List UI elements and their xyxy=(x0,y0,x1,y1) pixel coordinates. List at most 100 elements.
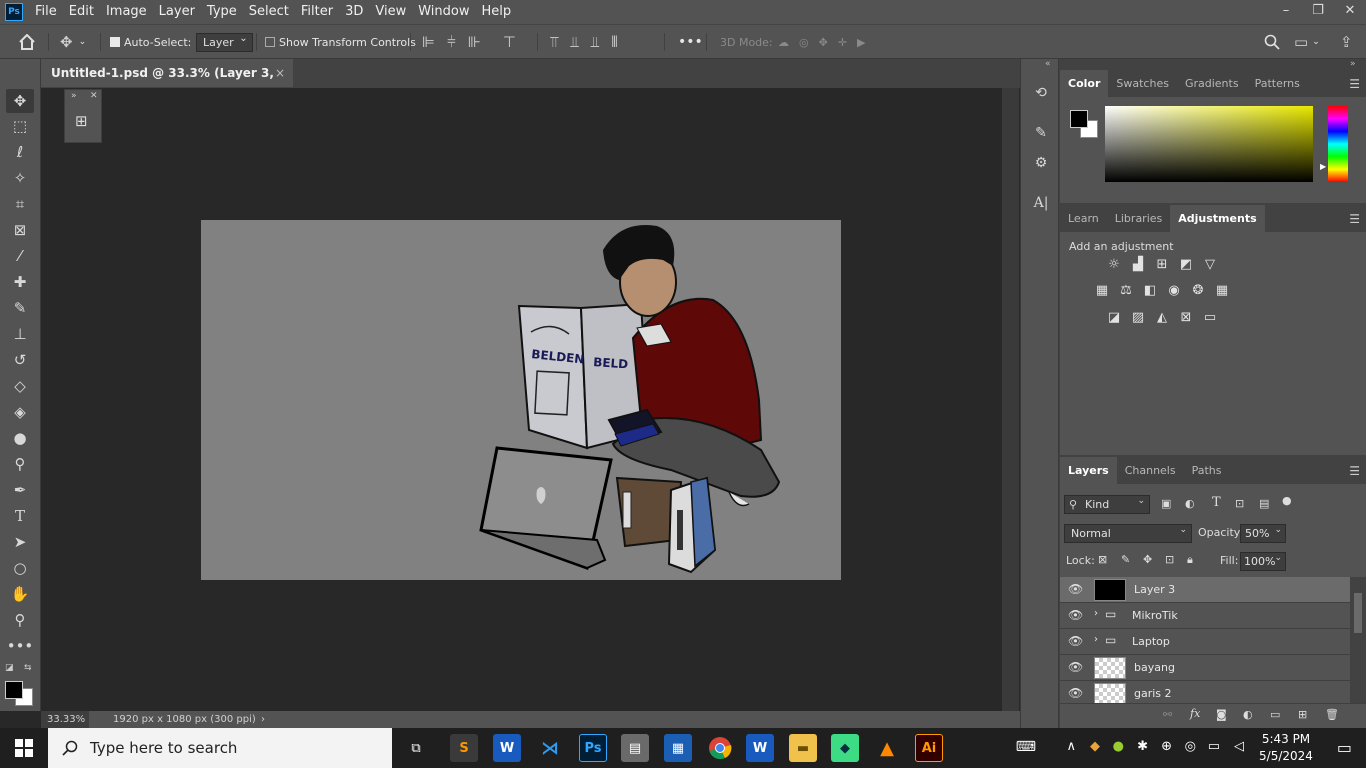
battery-icon[interactable]: ▭ xyxy=(1208,739,1220,754)
vibrance-icon[interactable]: ▽ xyxy=(1201,256,1219,272)
new-group-icon[interactable]: ▭ xyxy=(1270,708,1280,721)
task-view-icon[interactable]: ⧉ xyxy=(402,734,430,762)
security-icon[interactable]: ◎ xyxy=(1185,739,1196,754)
document-tab[interactable]: Untitled-1.psd @ 33.3% (Layer 3, RGB/8) … xyxy=(41,59,293,108)
menu-3d[interactable]: 3D xyxy=(339,0,369,24)
blur-tool-icon[interactable]: ● xyxy=(6,426,34,450)
layer-filter-dropdown[interactable]: ⚲ Kind ⌄ xyxy=(1064,495,1150,514)
menu-image[interactable]: Image xyxy=(100,0,153,24)
expand-group-chevron-icon[interactable]: › xyxy=(1094,608,1098,619)
distribute-icon[interactable]: ⫴ xyxy=(611,33,617,51)
filter-type-icon[interactable]: T xyxy=(1212,495,1221,510)
hue-slider-handle-icon[interactable]: ▶ xyxy=(1320,162,1326,171)
move-tool-preset-icon[interactable]: ✥ ⌄ xyxy=(60,25,86,59)
illustrator-icon[interactable]: Ai xyxy=(915,734,943,762)
sublime-text-icon[interactable]: S xyxy=(450,734,478,762)
link-layers-icon[interactable]: ⚯ xyxy=(1163,708,1172,721)
layer-row[interactable]: 👁︎ Layer 3 xyxy=(1060,577,1350,603)
vscode-icon[interactable]: ⋊ xyxy=(536,734,564,762)
brightness-contrast-icon[interactable]: ☼ xyxy=(1105,256,1123,272)
restore-button[interactable]: ❐ xyxy=(1302,0,1334,24)
bluetooth-icon[interactable]: ✱ xyxy=(1137,739,1148,754)
brush-tool-icon[interactable]: ✎ xyxy=(6,296,34,320)
path-selection-tool-icon[interactable]: ➤ xyxy=(6,530,34,554)
layers-scrollbar-thumb[interactable] xyxy=(1354,593,1362,633)
opacity-chevron-icon[interactable]: ⌄ xyxy=(1274,525,1282,535)
orbit-3d-icon[interactable]: ☁ xyxy=(778,36,789,49)
threshold-icon[interactable]: ◭ xyxy=(1153,309,1171,325)
keyboard-icon[interactable]: ⌨ xyxy=(1016,739,1036,755)
levels-icon[interactable]: ▟ xyxy=(1129,256,1147,272)
align-top-icon[interactable]: ⊤ xyxy=(503,33,516,51)
brush-settings-panel-icon[interactable]: ✎ xyxy=(1029,121,1053,145)
menu-filter[interactable]: Filter xyxy=(295,0,339,24)
home-icon[interactable] xyxy=(18,25,36,59)
menu-type[interactable]: Type xyxy=(201,0,243,24)
align-vertical-center-icon[interactable]: ⫫ xyxy=(570,33,578,51)
auto-select-check-icon[interactable] xyxy=(110,37,120,47)
drag-3d-icon[interactable]: ✥ xyxy=(819,36,828,49)
collapse-panels-icon[interactable]: » xyxy=(1350,59,1356,69)
healing-brush-tool-icon[interactable]: ✚ xyxy=(6,270,34,294)
type-tool-icon[interactable]: T xyxy=(6,504,34,528)
more-tools-icon[interactable]: ••• xyxy=(6,634,34,658)
share-icon[interactable]: ⇪ xyxy=(1340,25,1353,59)
tab-paths[interactable]: Paths xyxy=(1184,457,1230,484)
visibility-eye-icon[interactable]: 👁︎ xyxy=(1068,660,1083,674)
marquee-tool-icon[interactable]: ⬚ xyxy=(6,114,34,138)
menu-select[interactable]: Select xyxy=(243,0,295,24)
menu-view[interactable]: View xyxy=(369,0,412,24)
opacity-field[interactable]: 50% ⌄ xyxy=(1240,524,1286,543)
file-manager-icon[interactable]: ▤ xyxy=(621,734,649,762)
layer-style-fx-icon[interactable]: fx xyxy=(1190,707,1200,720)
tab-gradients[interactable]: Gradients xyxy=(1177,70,1247,97)
taskbar-search-box[interactable]: Type here to search xyxy=(48,728,392,768)
hand-tool-icon[interactable]: ✋ xyxy=(6,582,34,606)
filter-pixel-icon[interactable]: ▣ xyxy=(1161,497,1171,510)
black-white-icon[interactable]: ◧ xyxy=(1141,282,1159,298)
history-panel-icon[interactable]: ⟲ xyxy=(1029,81,1053,105)
layer-row[interactable]: 👁︎ bayang xyxy=(1060,655,1350,681)
close-panel-icon[interactable]: ✕ xyxy=(90,91,98,101)
menu-help[interactable]: Help xyxy=(476,0,518,24)
vlc-icon[interactable]: ▲ xyxy=(873,734,901,762)
new-adjustment-layer-icon[interactable]: ◐ xyxy=(1243,708,1253,721)
filter-adjustment-icon[interactable]: ◐ xyxy=(1185,497,1195,510)
layer-row[interactable]: 👁︎ garis 2 xyxy=(1060,681,1350,703)
workspace-icon[interactable]: ▭ ⌄ xyxy=(1294,25,1320,59)
dodge-tool-icon[interactable]: ⚲ xyxy=(6,452,34,476)
color-panel-menu-icon[interactable]: ☰ xyxy=(1349,77,1360,91)
roll-3d-icon[interactable]: ◎ xyxy=(799,36,809,49)
adjustments-panel-menu-icon[interactable]: ☰ xyxy=(1349,212,1360,226)
file-explorer-icon[interactable]: ▬ xyxy=(789,734,817,762)
curves-icon[interactable]: ⊞ xyxy=(1153,256,1171,272)
visibility-eye-icon[interactable]: 👁︎ xyxy=(1068,686,1083,700)
lock-all-icon[interactable]: 🔒︎ xyxy=(1187,553,1193,567)
more-options-button[interactable]: ••• xyxy=(678,25,703,59)
move-tool-icon[interactable]: ✥ xyxy=(6,89,34,113)
color-lookup-icon[interactable]: ▦ xyxy=(1213,282,1231,298)
color-balance-icon[interactable]: ⚖ xyxy=(1117,282,1135,298)
close-document-icon[interactable]: × xyxy=(275,59,285,87)
foreground-color-swatch[interactable] xyxy=(5,681,23,699)
filter-toggle-icon[interactable]: ● xyxy=(1282,494,1292,507)
delete-layer-icon[interactable]: 🗑︎ xyxy=(1325,708,1339,721)
magic-wand-tool-icon[interactable]: ✧ xyxy=(6,166,34,190)
collapse-strip-icon[interactable]: « xyxy=(1045,59,1051,69)
visibility-eye-icon[interactable]: 👁︎ xyxy=(1068,582,1083,596)
default-colors-icon[interactable]: ◪ xyxy=(5,663,14,673)
exposure-icon[interactable]: ◩ xyxy=(1177,256,1195,272)
volume-icon[interactable]: ◁ xyxy=(1234,739,1244,754)
zoom-tool-icon[interactable]: ⚲ xyxy=(6,608,34,632)
align-center-h-icon[interactable]: ⫩ xyxy=(447,33,456,51)
search-icon[interactable] xyxy=(1264,25,1280,59)
menu-edit[interactable]: Edit xyxy=(63,0,100,24)
character-panel-icon[interactable]: A| xyxy=(1029,191,1053,215)
align-vertical-top-icon[interactable]: ⫪ xyxy=(550,33,558,51)
lock-image-icon[interactable]: ✎ xyxy=(1121,553,1130,566)
expand-group-chevron-icon[interactable]: › xyxy=(1094,634,1098,645)
add-mask-icon[interactable]: ◙ xyxy=(1216,708,1227,721)
slide-3d-icon[interactable]: ✛ xyxy=(838,36,847,49)
tray-app-2-icon[interactable]: ● xyxy=(1113,739,1124,754)
color-picker-field[interactable] xyxy=(1105,106,1313,182)
